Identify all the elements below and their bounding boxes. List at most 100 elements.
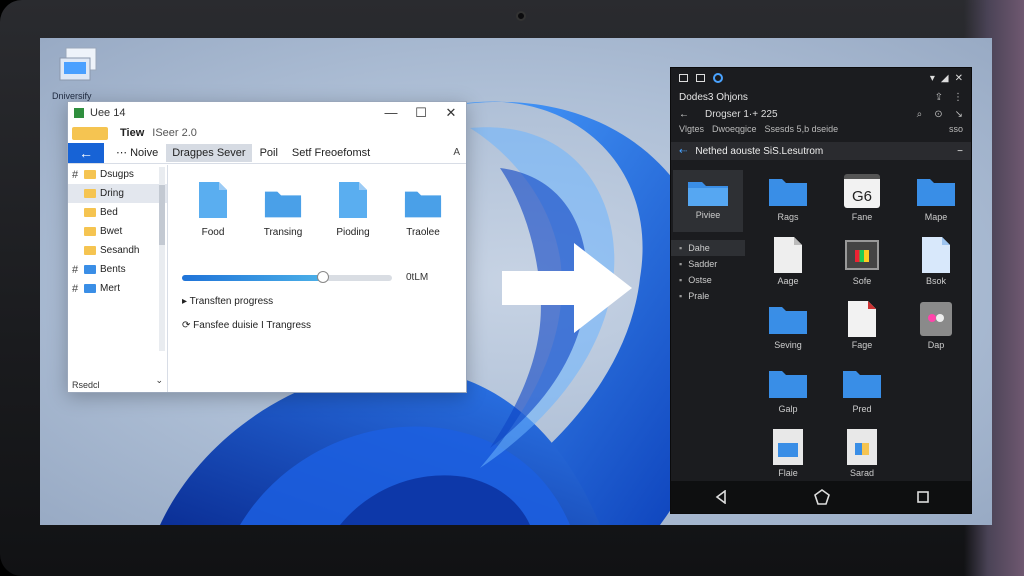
scrollbar-thumb[interactable] xyxy=(159,185,165,245)
toolbar-item-2[interactable]: Poil xyxy=(254,147,284,159)
view-row: Tiew ISeer 2.0 xyxy=(68,124,466,142)
progress-track xyxy=(182,270,392,283)
desktop-icon-label: Dniversify xyxy=(52,91,92,101)
search-icon[interactable]: ⌕ xyxy=(917,109,923,120)
view-subtitle: ISeer 2.0 xyxy=(152,127,197,139)
folder-icon xyxy=(84,246,96,255)
phone-side-tile[interactable]: Piviee xyxy=(673,170,743,232)
phone-side-item[interactable]: ▪ Sadder xyxy=(671,256,745,272)
sidebar-item[interactable]: Sesandh xyxy=(68,241,167,260)
progress-handle[interactable] xyxy=(316,270,329,283)
phone-file-item[interactable]: Fage xyxy=(825,298,899,362)
view-menu[interactable]: Tiew xyxy=(120,127,144,139)
sidebar-footer-toggle[interactable]: ⌄ xyxy=(155,375,163,386)
folder-icon xyxy=(264,191,302,218)
file-item[interactable]: Transing xyxy=(248,179,318,238)
phone-file-item[interactable]: Galp xyxy=(751,362,825,426)
document-icon xyxy=(847,429,877,465)
camera-icon xyxy=(516,11,526,21)
file-item[interactable]: Pioding xyxy=(318,179,388,238)
sidebar-item-label: Bents xyxy=(100,264,126,275)
file-name: Food xyxy=(201,227,225,238)
folder-icon xyxy=(843,371,881,398)
phone-file-name: Rags xyxy=(777,212,799,222)
toolbar-item-3[interactable]: Setf Freoefomst xyxy=(286,147,376,159)
file-explorer-window: Uee 14 — ☐ ✕ Tiew ISeer 2.0 ← ⋯ Noive Dr… xyxy=(67,101,467,393)
folder-icon: ▪ xyxy=(679,243,683,253)
sidebar-item[interactable]: Dring xyxy=(68,184,167,203)
back-button[interactable]: ← xyxy=(68,142,104,163)
folder-icon xyxy=(84,265,96,274)
toolbar-home-label: Noive xyxy=(130,147,159,159)
toolbar-home[interactable]: ⋯ Noive xyxy=(110,146,164,159)
sidebar-item[interactable]: # Bents xyxy=(68,260,167,279)
transfer-size: 0tLM xyxy=(406,272,429,283)
sidebar-item-label: Dsugps xyxy=(100,169,134,180)
folder-icon xyxy=(72,126,108,140)
sub-right[interactable]: sso xyxy=(949,124,963,134)
phone-file-name: Fane xyxy=(851,212,873,222)
sort-icon[interactable]: ↘ xyxy=(955,109,963,120)
phone-file-name: Fage xyxy=(851,340,873,350)
sidebar-item-label: Sesandh xyxy=(100,245,140,256)
home-icon[interactable] xyxy=(814,489,830,505)
minimize-button[interactable]: — xyxy=(376,105,406,121)
phone-header-row: ← Drogser 1·+ 225 ⌕ ⊙ ↘ xyxy=(671,106,971,122)
pin-icon: # xyxy=(72,263,79,276)
phone-file-item[interactable]: Rags xyxy=(751,170,825,234)
back-icon[interactable] xyxy=(714,490,728,504)
file-name: Pioding xyxy=(336,227,370,238)
phone-side-item[interactable]: ▪ Dahe xyxy=(671,240,745,256)
phone-path: Nethed aouste SiS.Lesutrom xyxy=(695,145,824,157)
window-titlebar[interactable]: Uee 14 — ☐ ✕ xyxy=(68,102,466,124)
sidebar-item[interactable]: Bed xyxy=(68,203,167,222)
phone-file-item[interactable]: Dap xyxy=(899,298,971,362)
file-item[interactable]: Traolee xyxy=(388,179,458,238)
document-icon xyxy=(199,182,227,218)
transfer-detail: ⟳ Fansfee duisie I Trangress xyxy=(182,320,311,331)
phone-side-item[interactable]: ▪ Ostse xyxy=(671,272,745,288)
navigation-pane: # Dsugps Dring Bed Bwet Sesandh # Bents # Mert Rse… xyxy=(68,165,168,392)
phone-file-name: Bsok xyxy=(925,276,946,286)
desktop-icon[interactable]: Dniversify xyxy=(52,44,112,101)
phone-file-item[interactable]: Seving xyxy=(751,298,825,362)
explorer-body: # Dsugps Dring Bed Bwet Sesandh # Bents # Mert Rse… xyxy=(68,165,466,392)
toolbar-hint[interactable]: A xyxy=(453,147,460,158)
more-icon[interactable]: ⋮ xyxy=(953,92,963,103)
phone-file-item[interactable]: Aage xyxy=(751,234,825,298)
window-title: Uee 14 xyxy=(90,107,126,119)
phone-navigation-bar xyxy=(671,481,971,513)
toolbar-active-tab[interactable]: Dragpes Sever xyxy=(166,143,252,162)
share-icon[interactable]: ⇪ xyxy=(935,92,943,103)
sidebar-item[interactable]: Bwet xyxy=(68,222,167,241)
document-icon xyxy=(774,237,802,273)
sidebar-item[interactable]: # Mert xyxy=(68,279,167,298)
sub-left[interactable]: Vlgtes xyxy=(679,124,704,134)
folder-icon xyxy=(917,179,955,206)
phone-side-tile-label: Piviee xyxy=(695,210,721,220)
file-item[interactable]: Food xyxy=(178,179,248,238)
phone-status-bar: ▾ ◢ ✕ xyxy=(671,68,971,88)
phone-file-item[interactable]: Bsok xyxy=(899,234,971,298)
phone-file-name: Mape xyxy=(924,212,948,222)
recents-icon[interactable] xyxy=(916,490,930,504)
phone-title-bar: Dodes3 Ohjons ⇪ ⋮ xyxy=(671,88,971,106)
sidebar-item[interactable]: # Dsugps xyxy=(68,165,167,184)
sub-mid[interactable]: Dwoeqgice xyxy=(712,124,757,134)
transfer-detail-text: Fansfee duisie I Trangress xyxy=(193,320,312,331)
sub-mid2[interactable]: Ssesds 5,b dseide xyxy=(765,124,839,134)
image-icon xyxy=(920,302,952,336)
file-list: Food Transing Pioding Traolee xyxy=(168,165,466,238)
phone-side-item[interactable]: ▪ Prale xyxy=(671,288,745,304)
sidebar-scrollbar[interactable] xyxy=(159,167,165,351)
close-button[interactable]: ✕ xyxy=(436,105,466,121)
play-icon: ▸ xyxy=(182,296,190,307)
phone-file-item[interactable]: Sofe xyxy=(825,234,899,298)
phone-file-item[interactable]: Mape xyxy=(899,170,971,234)
collapse-icon[interactable]: − xyxy=(957,146,963,157)
phone-file-item[interactable]: G6 Fane xyxy=(825,170,899,234)
maximize-button[interactable]: ☐ xyxy=(406,105,436,121)
back-arrow-icon[interactable]: ← xyxy=(679,109,689,120)
refresh-icon[interactable]: ⊙ xyxy=(934,109,942,120)
phone-file-item[interactable]: Pred xyxy=(825,362,899,426)
